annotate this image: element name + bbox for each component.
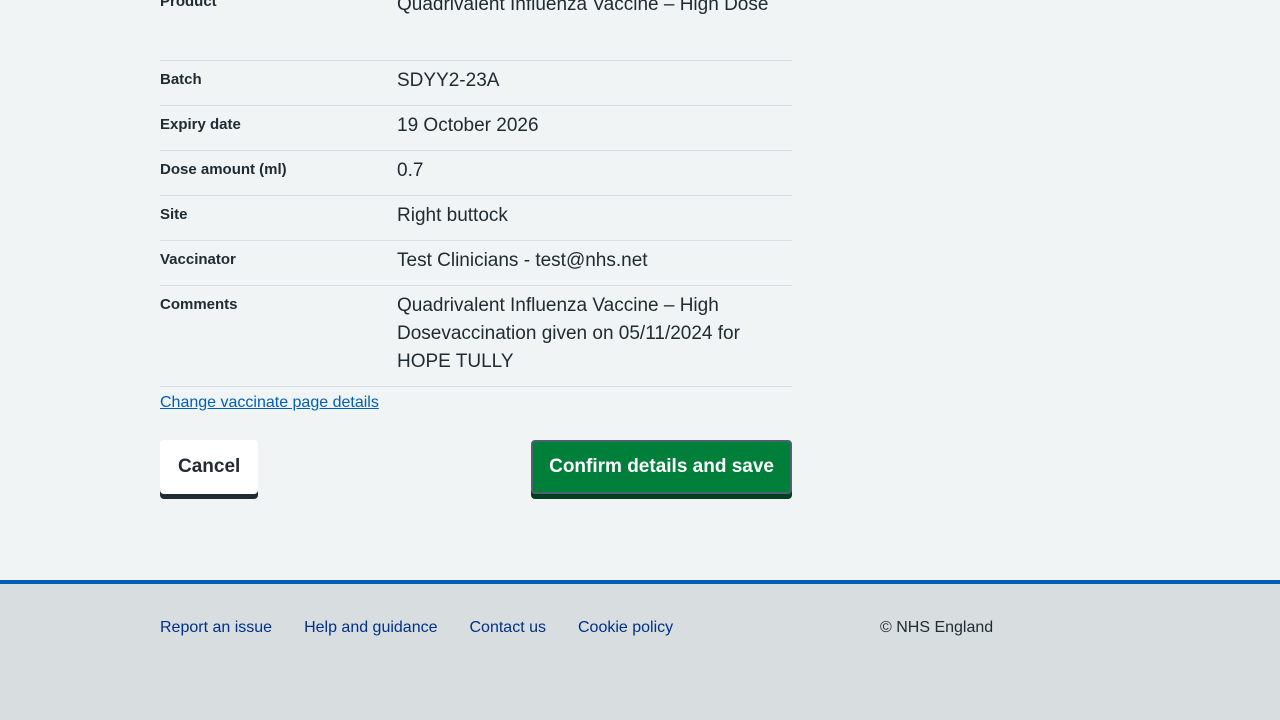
summary-key: Site — [160, 206, 188, 223]
summary-key: Comments — [160, 296, 238, 313]
summary-row-comments: Comments Quadrivalent Influenza Vaccine … — [160, 286, 792, 387]
summary-value: SDYY2-23A — [397, 70, 500, 91]
summary-row-site: Site Right buttock — [160, 196, 792, 241]
summary-value: Right buttock — [397, 205, 508, 226]
footer-link-contact-us[interactable]: Contact us — [470, 618, 546, 638]
summary-value: 0.7 — [397, 160, 424, 181]
cancel-button[interactable]: Cancel — [160, 440, 259, 494]
summary-key: Vaccinator — [160, 251, 236, 268]
confirm-and-save-button[interactable]: Confirm details and save — [531, 440, 792, 494]
vaccination-summary: Product Quadrivalent Influenza Vaccine –… — [160, 0, 792, 413]
change-vaccinate-details-link[interactable]: Change vaccinate page details — [160, 393, 379, 413]
footer-link-help-guidance[interactable]: Help and guidance — [304, 618, 437, 638]
summary-key: Expiry date — [160, 116, 241, 133]
summary-value: Quadrivalent Influenza Vaccine – High Do… — [397, 0, 769, 15]
summary-row-dose-amount: Dose amount (ml) 0.7 — [160, 151, 792, 196]
summary-row-expiry-date: Expiry date 19 October 2026 — [160, 106, 792, 151]
copyright: © NHS England — [880, 619, 994, 636]
summary-row-batch: Batch SDYY2-23A — [160, 61, 792, 106]
summary-row-vaccinator: Vaccinator Test Clinicians - test@nhs.ne… — [160, 241, 792, 286]
footer: Report an issue Help and guidance Contac… — [0, 580, 1280, 720]
footer-link-cookie-policy[interactable]: Cookie policy — [578, 618, 673, 638]
form-actions: Cancel Confirm details and save — [160, 440, 792, 500]
footer-links: Report an issue Help and guidance Contac… — [160, 618, 705, 638]
summary-value: Quadrivalent Influenza Vaccine – High Do… — [397, 295, 740, 372]
summary-row-product: Product Quadrivalent Influenza Vaccine –… — [160, 0, 792, 61]
summary-value: Test Clinicians - test@nhs.net — [397, 250, 648, 271]
summary-list: Product Quadrivalent Influenza Vaccine –… — [160, 0, 792, 387]
footer-link-report-issue[interactable]: Report an issue — [160, 618, 272, 638]
summary-key: Dose amount (ml) — [160, 161, 287, 178]
summary-key: Batch — [160, 71, 202, 88]
summary-value: 19 October 2026 — [397, 115, 539, 136]
summary-key: Product — [160, 0, 217, 10]
